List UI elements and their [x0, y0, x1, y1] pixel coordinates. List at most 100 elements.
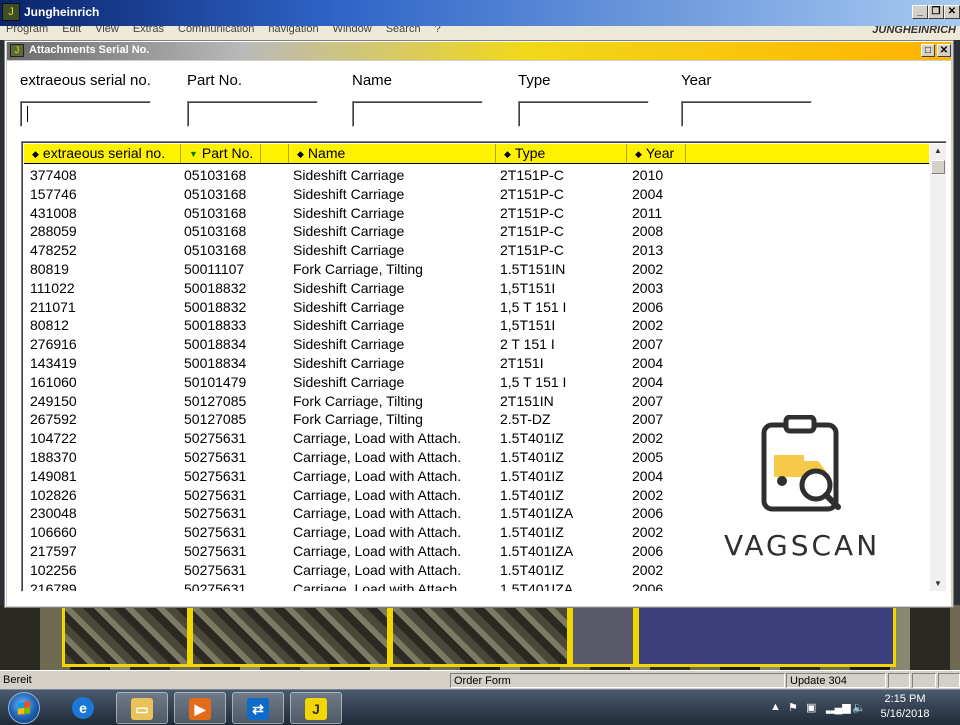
cell-serial: 102826: [30, 486, 77, 503]
start-button-icon[interactable]: [8, 692, 40, 724]
cell-year: 2011: [632, 204, 663, 221]
table-row[interactable]: 161060 50101479 Sideshift Carriage 1,5 T 15…: [24, 373, 929, 392]
cell-type: 1.5T401IZA: [500, 505, 574, 522]
vertical-scrollbar[interactable]: ▲ ▼: [930, 144, 946, 591]
taskbar-teamviewer[interactable]: ⇄: [232, 692, 284, 724]
table-row[interactable]: 111022 50018832 Sideshift Carriage 1,5T151I…: [24, 279, 929, 298]
column-header-serial[interactable]: ◆ extraeous serial no.: [24, 144, 181, 163]
explorer-icon: ▭: [131, 698, 153, 720]
scroll-up-icon[interactable]: ▲: [930, 144, 946, 158]
background-photo: [570, 605, 636, 667]
cell-partno: 50011107: [184, 261, 245, 277]
table-row[interactable]: 431008 05103168 Sideshift Carriage 2T151P-C…: [24, 204, 929, 223]
table-row[interactable]: 288059 05103168 Sideshift Carriage 2T151P-C…: [24, 222, 929, 241]
menu-item[interactable]: ?: [435, 26, 441, 35]
cell-name: Fork Carriage, Tilting: [293, 411, 423, 428]
table-row[interactable]: 80819 50011107 Fork Carriage, Tilting 1.5T1…: [24, 260, 929, 279]
cell-type: 2T151I: [500, 355, 544, 371]
partno-input[interactable]: [187, 101, 318, 127]
taskbar-explorer[interactable]: ▭: [116, 692, 168, 724]
name-label: Name: [352, 72, 393, 89]
ie-icon: e: [72, 697, 94, 719]
maximize-icon[interactable]: □: [921, 44, 935, 57]
background-photo: [636, 605, 896, 667]
background-photo: [190, 605, 390, 667]
menu-item[interactable]: Search: [386, 26, 421, 35]
column-header-year[interactable]: ◆ Year: [627, 144, 686, 163]
table-row[interactable]: 276916 50018834 Sideshift Carriage 2 T 151 …: [24, 335, 929, 354]
minimize-icon[interactable]: _: [912, 5, 928, 19]
jungheinrich-app-icon: J: [305, 698, 327, 720]
dialog-app-icon[interactable]: J: [10, 44, 24, 57]
cell-type: 1.5T401IZ: [500, 524, 564, 541]
table-row[interactable]: 211071 50018832 Sideshift Carriage 1,5 T 15…: [24, 298, 929, 317]
cell-name: Sideshift Carriage: [293, 167, 405, 183]
system-tray: ▲ ⚑ ▣ ▂▄▆ 🔈 2:15 PM 5/16/2018: [760, 690, 960, 725]
menu-item[interactable]: Window: [333, 26, 372, 35]
action-center-flag-icon[interactable]: ⚑: [788, 701, 798, 714]
menu-item[interactable]: navigation: [268, 26, 318, 35]
table-row[interactable]: 249150 50127085 Fork Carriage, Tilting 2T15…: [24, 392, 929, 411]
dialog-close-icon[interactable]: ✕: [937, 44, 951, 57]
sort-diamond-icon: ◆: [504, 149, 511, 159]
taskbar-media-player[interactable]: ▶: [174, 692, 226, 724]
scroll-thumb[interactable]: [931, 160, 945, 174]
table-row[interactable]: 478252 05103168 Sideshift Carriage 2T151P-C…: [24, 241, 929, 260]
column-header-type[interactable]: ◆ Type: [496, 144, 627, 163]
cell-type: 1,5T151I: [500, 279, 556, 296]
year-input[interactable]: [681, 101, 812, 127]
menu-item[interactable]: Edit: [62, 26, 81, 35]
app-logo-icon[interactable]: J: [2, 3, 20, 21]
cell-partno: 05103168: [184, 204, 247, 221]
column-header-name[interactable]: ◆ Name: [289, 144, 496, 163]
cell-type: 2 T 151 I: [500, 336, 555, 353]
volume-icon[interactable]: 🔈: [852, 701, 866, 714]
cell-year: 2002: [632, 561, 664, 578]
menu-item[interactable]: Extras: [133, 26, 164, 35]
column-header-partno[interactable]: ▼ Part No.: [181, 144, 261, 163]
table-row[interactable]: 157746 05103168 Sideshift Carriage 2T151P-C…: [24, 185, 929, 204]
column-header-blank[interactable]: [261, 144, 289, 163]
type-input[interactable]: [518, 101, 649, 127]
scroll-down-icon[interactable]: ▼: [930, 577, 946, 591]
table-row[interactable]: 102256 50275631 Carriage, Load with Attach…: [24, 561, 929, 580]
cell-year: 2010: [632, 167, 664, 183]
cell-name: Carriage, Load with Attach.: [293, 467, 462, 484]
partno-label: Part No.: [187, 72, 243, 89]
cell-partno: 05103168: [184, 242, 247, 259]
column-header-label: Part No.: [201, 145, 254, 161]
cell-type: 2T151IN: [500, 392, 554, 409]
name-input[interactable]: [352, 101, 483, 127]
grid-header: ◆ extraeous serial no. ▼ Part No. ◆ Name ◆ T…: [24, 144, 929, 164]
table-row[interactable]: 143419 50018834 Sideshift Carriage 2T151I 20…: [24, 354, 929, 373]
cell-year: 2004: [632, 185, 664, 202]
close-icon[interactable]: ✕: [944, 5, 960, 19]
cell-year: 2006: [632, 505, 664, 522]
taskbar-jungheinrich[interactable]: J: [290, 692, 342, 724]
background-photo: [390, 605, 570, 667]
clock-time[interactable]: 2:15 PM: [870, 693, 940, 705]
restore-icon[interactable]: ❐: [928, 5, 944, 19]
status-text: Bereit: [3, 674, 32, 686]
serial-input[interactable]: [20, 101, 151, 127]
cell-partno: 50018834: [184, 355, 247, 371]
clock-date[interactable]: 5/16/2018: [870, 708, 940, 720]
table-row[interactable]: 80812 50018833 Sideshift Carriage 1,5T151I 2…: [24, 316, 929, 335]
device-icon[interactable]: ▣: [806, 701, 816, 714]
cell-type: 1.5T401IZ: [500, 561, 564, 578]
cell-type: 2.5T-DZ: [500, 411, 551, 428]
table-row[interactable]: 377408 05103168 Sideshift Carriage 2T151P-C…: [24, 166, 929, 185]
taskbar-ie[interactable]: e: [58, 692, 110, 724]
text-caret: [27, 106, 28, 122]
cell-year: 2007: [632, 392, 664, 409]
cell-name: Sideshift Carriage: [293, 336, 405, 353]
cell-year: 2005: [632, 449, 664, 465]
table-row[interactable]: 216789 50275631 Carriage, Load with Attach…: [24, 580, 929, 591]
app-title: Jungheinrich: [24, 5, 100, 19]
menu-item[interactable]: Communication: [178, 26, 254, 35]
menu-item[interactable]: Program: [6, 26, 48, 35]
network-signal-icon[interactable]: ▂▄▆: [826, 701, 851, 714]
show-hidden-icons-icon[interactable]: ▲: [770, 701, 781, 713]
cell-type: 1.5T401IZ: [500, 430, 564, 447]
menu-item[interactable]: View: [95, 26, 119, 35]
